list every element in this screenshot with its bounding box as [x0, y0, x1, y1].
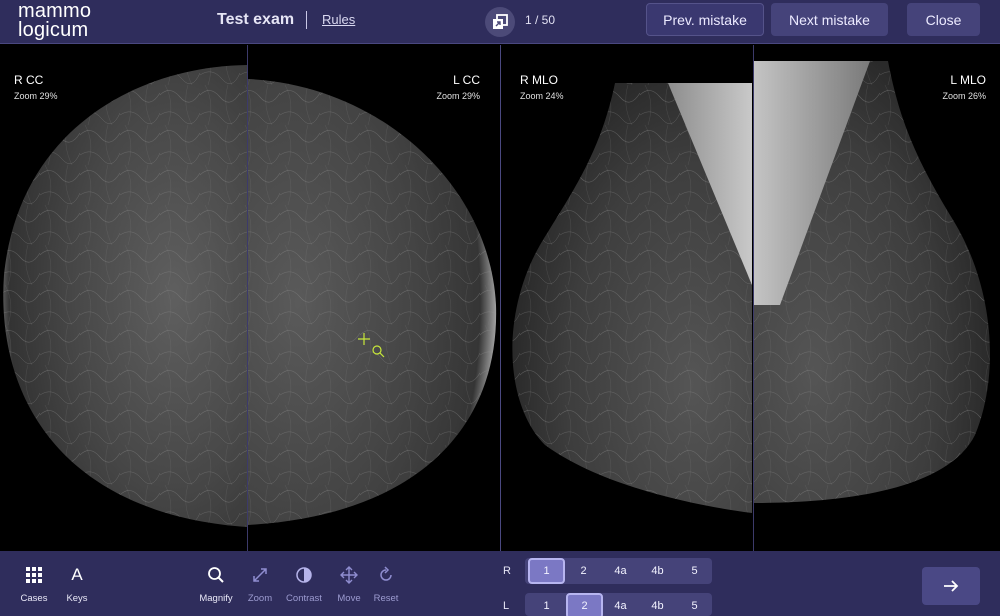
keys-label: Keys: [66, 593, 88, 604]
grid-icon: [26, 567, 42, 583]
r-mlo-image[interactable]: [512, 83, 752, 513]
contrast-label: Contrast: [286, 593, 322, 604]
score-l-option[interactable]: 5: [676, 593, 713, 616]
close-button[interactable]: Close: [907, 3, 980, 36]
l-cc-image[interactable]: [248, 79, 497, 525]
score-row-r: 1 2 4a 4b 5: [525, 558, 712, 584]
view-divider: [753, 45, 754, 551]
rules-link[interactable]: Rules: [322, 12, 355, 27]
score-l-option[interactable]: 2: [566, 593, 603, 616]
app-logo: mammo logicum: [18, 1, 91, 41]
reset-label: Reset: [373, 593, 399, 604]
score-r-option[interactable]: 4a: [602, 558, 639, 584]
l-mlo-image[interactable]: [754, 61, 990, 503]
reset-button[interactable]: Reset: [361, 561, 411, 604]
arrow-right-icon: [944, 580, 959, 592]
score-row-r-label: R: [503, 565, 511, 577]
title-separator: [306, 11, 307, 29]
score-l-option[interactable]: 4b: [639, 593, 676, 616]
copy-stack-icon: [493, 14, 508, 29]
next-case-button[interactable]: [922, 567, 980, 605]
view-label-r-cc: R CC: [14, 73, 44, 87]
move-cross-icon: [340, 566, 358, 584]
view-label-l-mlo: L MLO: [950, 73, 986, 87]
score-r-option[interactable]: 1: [528, 558, 565, 584]
keys-button[interactable]: A Keys: [52, 561, 102, 604]
magnify-label: Magnify: [199, 593, 233, 604]
reset-icon: [380, 566, 392, 581]
score-row-l-label: L: [503, 600, 510, 612]
search-icon: [208, 567, 224, 583]
score-row-l: 1 2 4a 4b 5: [525, 593, 712, 616]
view-label-l-cc: L CC: [453, 73, 480, 87]
zoom-label-l-cc: Zoom 29%: [436, 91, 480, 101]
view-divider: [500, 45, 501, 551]
zoom-label: Zoom: [247, 593, 273, 604]
next-mistake-button[interactable]: Next mistake: [771, 3, 888, 36]
contrast-button[interactable]: Contrast: [279, 561, 329, 604]
view-divider: [247, 45, 248, 551]
score-r-option[interactable]: 5: [676, 558, 713, 584]
score-l-option[interactable]: 4a: [602, 593, 639, 616]
score-l-option[interactable]: 1: [528, 593, 565, 616]
bottom-toolbar: Cases A Keys Magnify Zoom Contrast Move …: [0, 551, 1000, 616]
zoom-label-r-mlo: Zoom 24%: [520, 91, 564, 101]
zoom-label-r-cc: Zoom 29%: [14, 91, 58, 101]
magnify-button[interactable]: Magnify: [191, 561, 241, 604]
image-viewer[interactable]: R CC Zoom 29% L CC Zoom 29% R MLO Zoom 2…: [0, 45, 1000, 551]
copy-stack-button[interactable]: [485, 7, 515, 37]
score-r-option[interactable]: 2: [565, 558, 602, 584]
logo-line-2: logicum: [18, 19, 89, 41]
diagonal-arrows-icon: [253, 568, 267, 582]
zoom-label-l-mlo: Zoom 26%: [942, 91, 986, 101]
exam-title: Test exam: [217, 11, 295, 28]
view-label-r-mlo: R MLO: [520, 73, 559, 87]
top-bar: mammo logicum Test exam Rules 1 / 50 Pre…: [0, 0, 1000, 44]
score-r-option[interactable]: 4b: [639, 558, 676, 584]
keys-letter-icon: A: [71, 565, 83, 584]
prev-mistake-button[interactable]: Prev. mistake: [646, 3, 764, 36]
zoom-button[interactable]: Zoom: [235, 561, 285, 604]
half-circle-icon: [296, 567, 312, 583]
r-cc-image[interactable]: [3, 65, 248, 527]
case-counter: 1 / 50: [525, 13, 556, 27]
